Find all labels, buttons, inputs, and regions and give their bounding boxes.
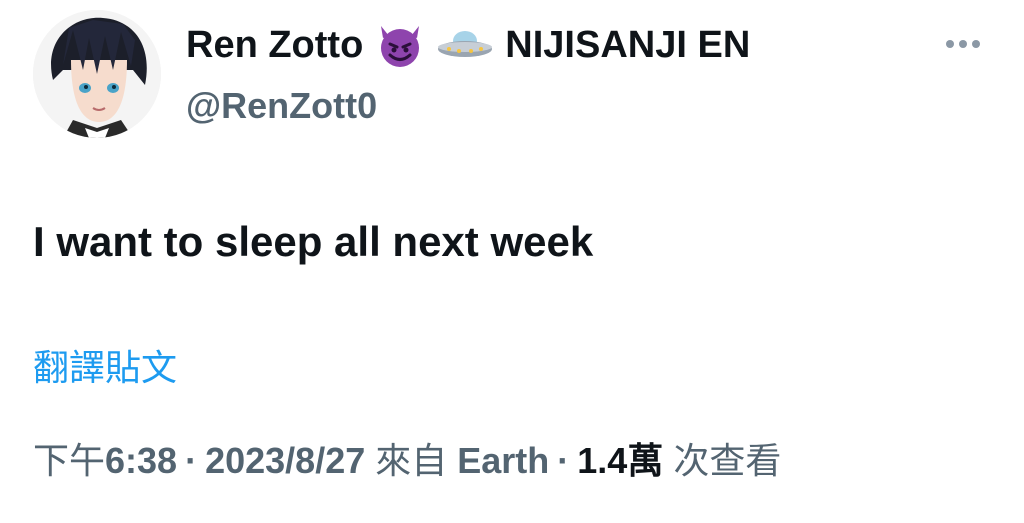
time-prefix: 下午 (33, 440, 106, 481)
display-name[interactable]: Ren Zotto (186, 20, 363, 70)
views-label: 次查看 (673, 440, 782, 481)
dot (946, 40, 954, 48)
translate-post-link[interactable]: 翻譯貼文 (33, 344, 177, 392)
tweet: Ren Zotto NIJISANJI EN @RenZott0 I want … (0, 0, 1024, 523)
separator: · (557, 440, 570, 481)
more-dots-icon[interactable] (946, 40, 980, 48)
source: Earth (457, 440, 550, 481)
ufo-icon (437, 25, 493, 65)
tweet-meta: 下午 6:38 · 2023/8/27 來自 Earth · 1.4萬 次查看 (33, 437, 781, 485)
dot (959, 40, 967, 48)
name-row: Ren Zotto NIJISANJI EN (186, 20, 750, 70)
tweet-text: I want to sleep all next week (33, 218, 594, 265)
date[interactable]: 2023/8/27 (205, 437, 365, 485)
time[interactable]: 6:38 (105, 437, 177, 485)
separator: · (185, 440, 198, 481)
dot (972, 40, 980, 48)
anime-avatar-icon (33, 10, 161, 138)
from-label: 來自 (375, 440, 448, 481)
views-count[interactable]: 1.4萬 (577, 437, 663, 485)
avatar[interactable] (33, 10, 161, 138)
smiling-devil-icon (375, 22, 425, 68)
affiliation: NIJISANJI EN (505, 24, 751, 66)
tweet-header: Ren Zotto NIJISANJI EN @RenZott0 (186, 20, 750, 126)
handle[interactable]: @RenZott0 (186, 86, 750, 126)
